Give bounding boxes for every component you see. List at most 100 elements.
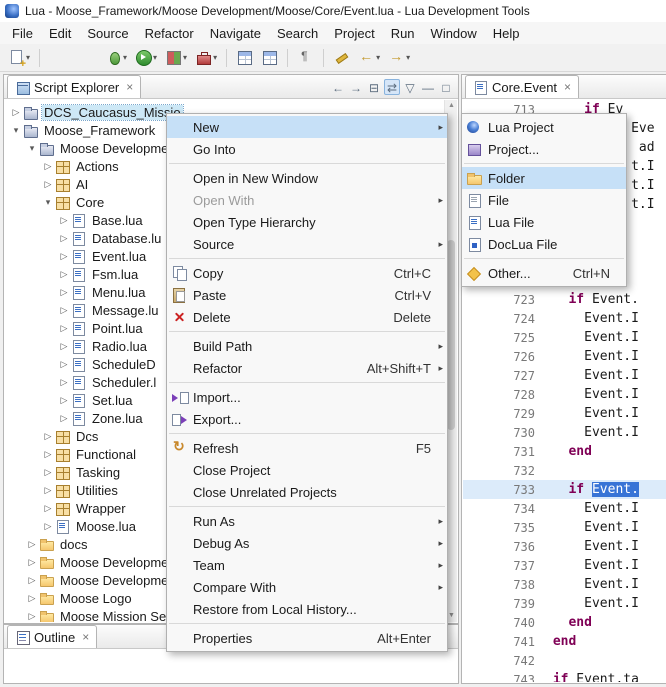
line-number[interactable]: 727 — [463, 369, 535, 383]
menu-item-go-into[interactable]: Go Into — [167, 138, 447, 160]
expanded-arrow-icon[interactable]: ▾ — [25, 143, 39, 154]
line-number[interactable]: 730 — [463, 426, 535, 440]
menu-item-build-path[interactable]: Build Path▸ — [167, 335, 447, 357]
code-line-726[interactable]: 726 Event.I — [463, 347, 666, 366]
submenu-item-lua-file[interactable]: Lua File — [462, 211, 626, 233]
submenu-item-project[interactable]: Project... — [462, 138, 626, 160]
dropdown-arrow-icon[interactable]: ▾ — [406, 53, 410, 62]
collapsed-arrow-icon[interactable]: ▷ — [57, 287, 71, 298]
submenu-item-doclua-file[interactable]: DocLua File — [462, 233, 626, 255]
link-with-editor-icon[interactable]: ⇄ — [384, 79, 400, 95]
dropdown-arrow-icon[interactable]: ▾ — [213, 53, 217, 62]
scroll-up-icon[interactable]: ▲ — [445, 100, 458, 112]
line-number[interactable]: 723 — [463, 293, 535, 307]
menu-item-new[interactable]: New▸ — [167, 116, 447, 138]
code-line-727[interactable]: 727 Event.I — [463, 366, 666, 385]
collapsed-arrow-icon[interactable]: ▷ — [25, 593, 39, 604]
code-line-732[interactable]: 732 — [463, 461, 666, 480]
collapsed-arrow-icon[interactable]: ▷ — [41, 431, 55, 442]
view-menu-icon[interactable]: ▽ — [402, 79, 418, 95]
line-number[interactable]: 736 — [463, 540, 535, 554]
dropdown-arrow-icon[interactable]: ▾ — [376, 53, 380, 62]
menubar-item-run[interactable]: Run — [383, 24, 423, 43]
code-line-734[interactable]: 734 Event.I — [463, 499, 666, 518]
code-line-735[interactable]: 735 Event.I — [463, 518, 666, 537]
line-number[interactable]: 738 — [463, 578, 535, 592]
line-number[interactable]: 726 — [463, 350, 535, 364]
expanded-arrow-icon[interactable]: ▾ — [9, 125, 23, 136]
code-line-731[interactable]: 731 end — [463, 442, 666, 461]
submenu-item-folder[interactable]: Folder — [462, 167, 626, 189]
close-icon[interactable]: × — [82, 630, 89, 644]
maximize-icon[interactable]: □ — [438, 79, 454, 95]
new-wizard-button[interactable]: ▾ — [5, 47, 33, 69]
line-number[interactable]: 731 — [463, 445, 535, 459]
menu-item-refactor[interactable]: RefactorAlt+Shift+T▸ — [167, 357, 447, 379]
collapsed-arrow-icon[interactable]: ▷ — [41, 161, 55, 172]
menu-item-delete[interactable]: DeleteDelete — [167, 306, 447, 328]
menu-item-open-with[interactable]: Open With▸ — [167, 189, 447, 211]
code-line-736[interactable]: 736 Event.I — [463, 537, 666, 556]
collapsed-arrow-icon[interactable]: ▷ — [57, 341, 71, 352]
last-edit-location-button[interactable] — [330, 47, 353, 69]
menu-item-paste[interactable]: PasteCtrl+V — [167, 284, 447, 306]
back-button[interactable]: ▾ — [355, 47, 383, 69]
menubar-item-refactor[interactable]: Refactor — [137, 24, 202, 43]
menu-item-source[interactable]: Source▸ — [167, 233, 447, 255]
forward-arrow-icon[interactable]: → — [348, 79, 364, 95]
menu-item-import[interactable]: Import... — [167, 386, 447, 408]
line-number[interactable]: 742 — [463, 654, 535, 668]
collapse-all-icon[interactable]: ⊟ — [366, 79, 382, 95]
code-line-724[interactable]: 724 Event.I — [463, 309, 666, 328]
menu-item-open-in-new-window[interactable]: Open in New Window — [167, 167, 447, 189]
external-tools-button[interactable]: ▾ — [192, 47, 220, 69]
tab-core-event[interactable]: Core.Event × — [465, 75, 579, 98]
code-line-729[interactable]: 729 Event.I — [463, 404, 666, 423]
minimize-icon[interactable]: — — [420, 79, 436, 95]
collapsed-arrow-icon[interactable]: ▷ — [25, 557, 39, 568]
dropdown-arrow-icon[interactable]: ▾ — [153, 53, 157, 62]
collapsed-arrow-icon[interactable]: ▷ — [41, 449, 55, 460]
line-number[interactable]: 741 — [463, 635, 535, 649]
menubar-item-help[interactable]: Help — [485, 24, 528, 43]
line-number[interactable]: 733 — [463, 483, 535, 497]
line-number[interactable]: 724 — [463, 312, 535, 326]
code-line-742[interactable]: 742 — [463, 651, 666, 670]
menubar-item-edit[interactable]: Edit — [41, 24, 79, 43]
code-line-730[interactable]: 730 Event.I — [463, 423, 666, 442]
line-number[interactable]: 732 — [463, 464, 535, 478]
code-line-725[interactable]: 725 Event.I — [463, 328, 666, 347]
collapsed-arrow-icon[interactable]: ▷ — [57, 413, 71, 424]
submenu-item-lua-project[interactable]: Lua Project — [462, 116, 626, 138]
menu-item-properties[interactable]: PropertiesAlt+Enter — [167, 627, 447, 649]
collapsed-arrow-icon[interactable]: ▷ — [57, 215, 71, 226]
code-line-728[interactable]: 728 Event.I — [463, 385, 666, 404]
collapsed-arrow-icon[interactable]: ▷ — [57, 233, 71, 244]
new-lua-table-button[interactable] — [233, 47, 256, 69]
menubar-item-search[interactable]: Search — [269, 24, 326, 43]
line-number[interactable]: 740 — [463, 616, 535, 630]
expanded-arrow-icon[interactable]: ▾ — [41, 197, 55, 208]
open-lua-table-button[interactable] — [258, 47, 281, 69]
debug-button[interactable]: ▾ — [102, 47, 130, 69]
dropdown-arrow-icon[interactable]: ▾ — [26, 53, 30, 62]
collapsed-arrow-icon[interactable]: ▷ — [41, 521, 55, 532]
menu-item-restore-from-local-history[interactable]: Restore from Local History... — [167, 598, 447, 620]
line-number[interactable]: 739 — [463, 597, 535, 611]
collapsed-arrow-icon[interactable]: ▷ — [57, 323, 71, 334]
line-number[interactable]: 734 — [463, 502, 535, 516]
menubar-item-project[interactable]: Project — [326, 24, 382, 43]
collapsed-arrow-icon[interactable]: ▷ — [25, 539, 39, 550]
collapsed-arrow-icon[interactable]: ▷ — [57, 359, 71, 370]
collapsed-arrow-icon[interactable]: ▷ — [25, 611, 39, 622]
line-number[interactable]: 735 — [463, 521, 535, 535]
close-icon[interactable]: × — [126, 80, 133, 94]
code-line-733[interactable]: 733 if Event. — [463, 480, 666, 499]
tab-outline[interactable]: Outline × — [7, 625, 97, 648]
collapsed-arrow-icon[interactable]: ▷ — [57, 377, 71, 388]
code-line-738[interactable]: 738 Event.I — [463, 575, 666, 594]
line-number[interactable]: 743 — [463, 673, 535, 683]
code-line-743[interactable]: 743 if Event.ta — [463, 670, 666, 682]
dropdown-arrow-icon[interactable]: ▾ — [123, 53, 127, 62]
code-line-741[interactable]: 741 end — [463, 632, 666, 651]
